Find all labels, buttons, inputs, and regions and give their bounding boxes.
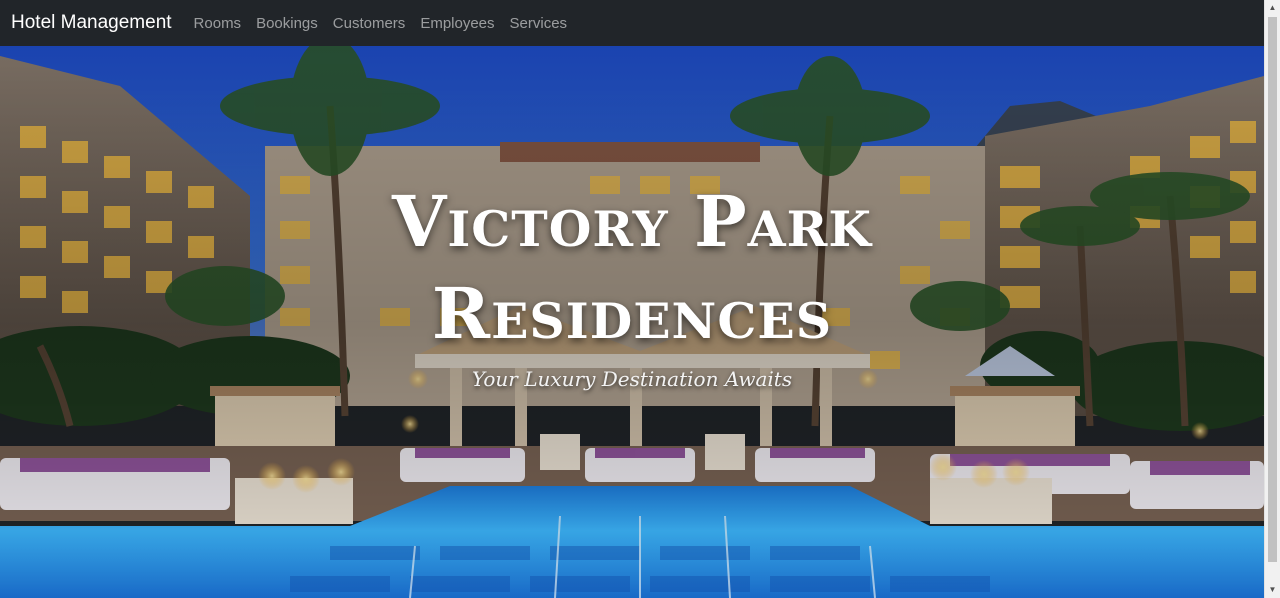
nav-link-rooms[interactable]: Rooms: [194, 15, 242, 32]
hero-title: Victory Park Residences: [0, 176, 1264, 360]
nav-link-bookings[interactable]: Bookings: [256, 15, 318, 32]
hero-subtitle: Your Luxury Destination Awaits: [471, 367, 793, 391]
scroll-up-arrow-icon[interactable]: ▲: [1265, 0, 1280, 16]
scrollbar-thumb[interactable]: [1268, 17, 1277, 562]
page: Hotel Management Rooms Bookings Customer…: [0, 0, 1280, 598]
nav-link-employees[interactable]: Employees: [420, 15, 494, 32]
navbar-brand[interactable]: Hotel Management: [11, 12, 172, 34]
hero-title-line2: Residences: [431, 272, 833, 355]
hero-section: Victory Park Residences Your Luxury Dest…: [0, 46, 1264, 598]
hero-title-line1: Victory Park: [392, 180, 872, 263]
vertical-scrollbar[interactable]: ▲ ▼: [1264, 0, 1280, 598]
navbar: Hotel Management Rooms Bookings Customer…: [0, 0, 1264, 46]
nav-link-services[interactable]: Services: [510, 15, 568, 32]
nav-link-customers[interactable]: Customers: [333, 15, 406, 32]
scroll-down-arrow-icon[interactable]: ▼: [1265, 582, 1280, 598]
